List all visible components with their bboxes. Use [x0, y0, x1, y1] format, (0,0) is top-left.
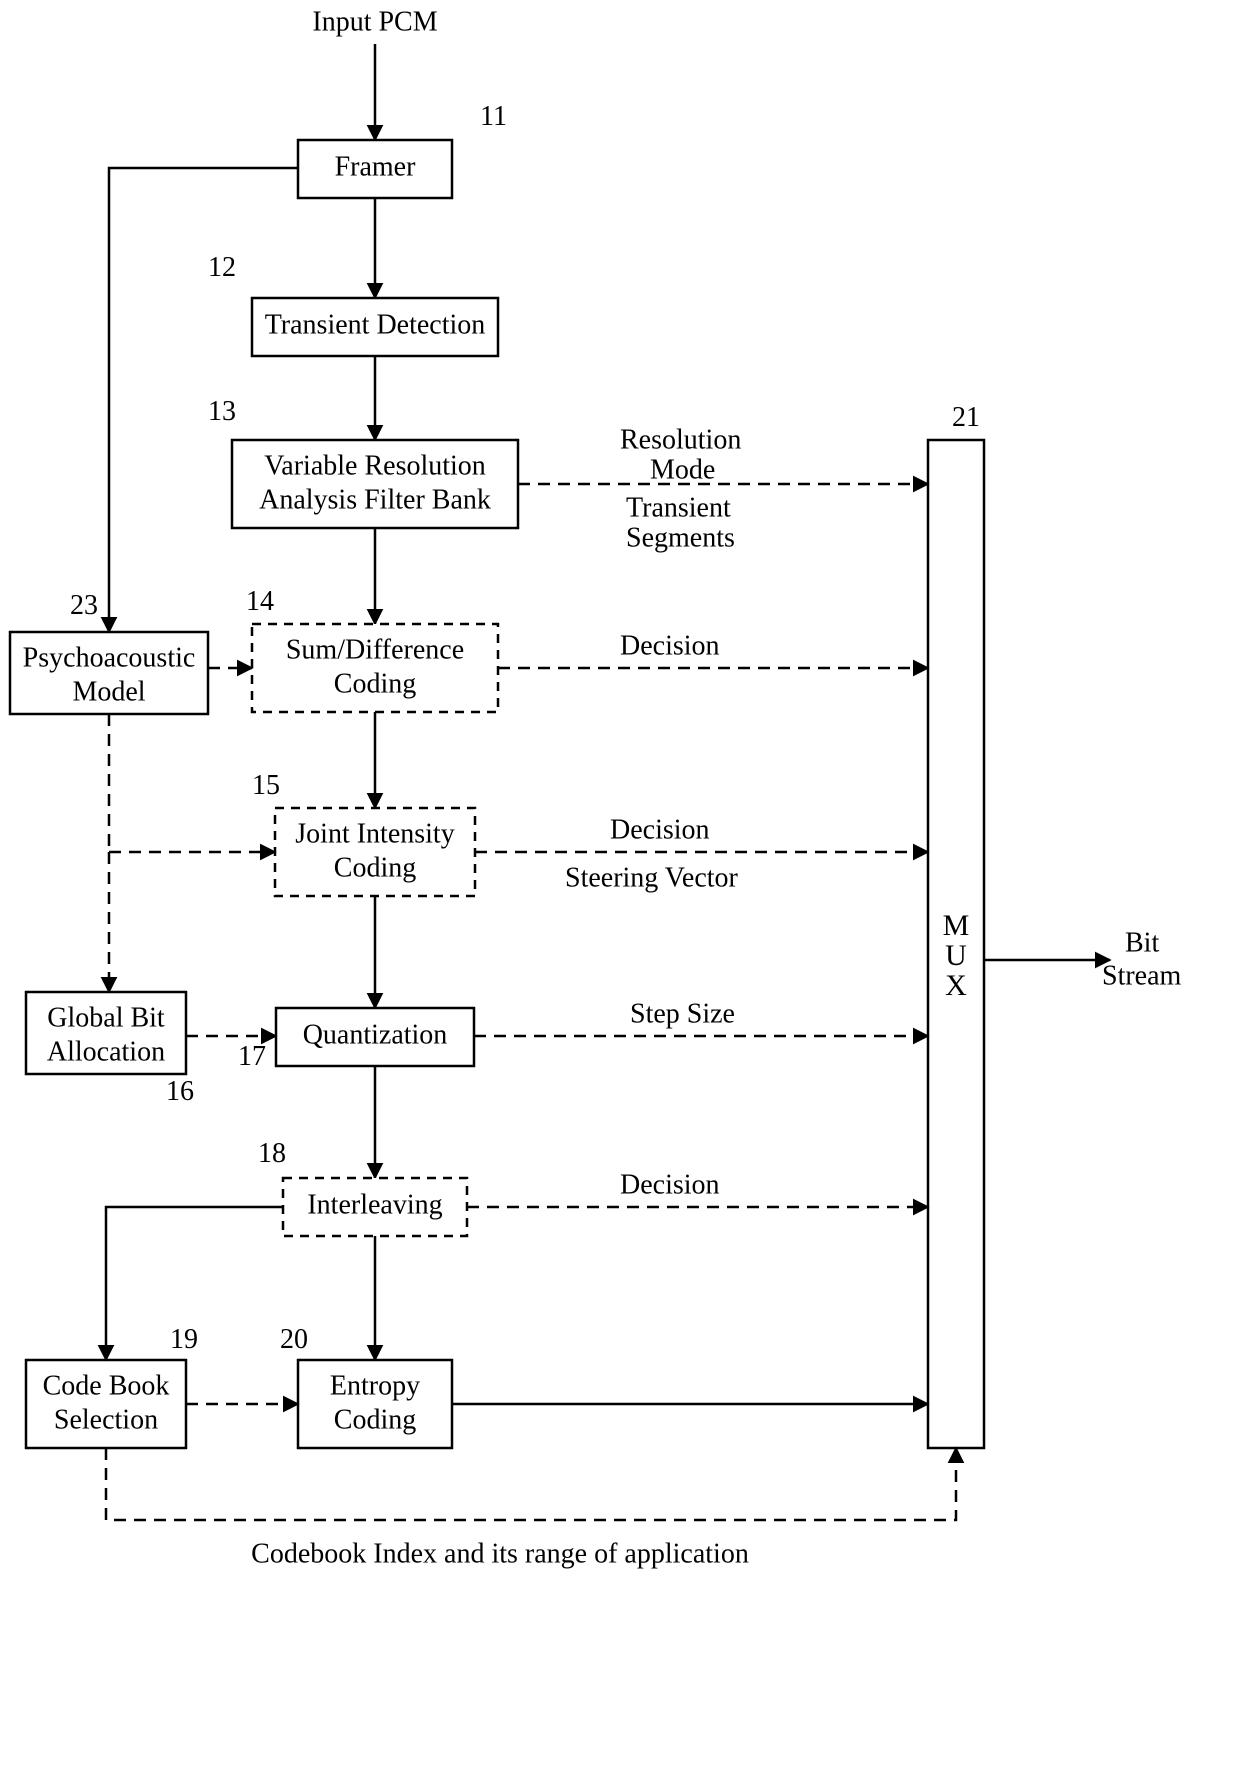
out-l2: Stream [1102, 960, 1182, 991]
interleave-num: 18 [258, 1138, 286, 1169]
mux-num: 21 [952, 402, 980, 433]
lbl-decision1: Decision [620, 630, 720, 661]
sumdiff-num: 14 [246, 586, 274, 617]
lbl-step: Step Size [630, 998, 735, 1029]
sumdiff-l2: Coding [334, 668, 416, 699]
lbl-mode2: Mode [650, 454, 715, 485]
lbl-decision3: Decision [620, 1169, 720, 1200]
input-label: Input PCM [312, 6, 437, 37]
filterbank-l1: Variable Resolution [264, 450, 486, 481]
out-l1: Bit [1125, 927, 1159, 958]
global-l2: Allocation [47, 1036, 165, 1067]
psycho-num: 23 [70, 590, 98, 621]
arrow-codebook-mux [106, 1448, 956, 1520]
codebook-num: 19 [170, 1324, 198, 1355]
lbl-seg2: Segments [626, 522, 735, 553]
mux-label3: X [945, 969, 967, 1002]
filterbank-num: 13 [208, 396, 236, 427]
codebook-l1: Code Book [43, 1370, 170, 1401]
mux-label2: U [945, 939, 967, 972]
entropy-num: 20 [280, 1324, 308, 1355]
interleave-label: Interleaving [307, 1189, 442, 1220]
psycho-l1: Psychoacoustic [23, 642, 196, 673]
global-l1: Global Bit [47, 1002, 165, 1033]
joint-l1: Joint Intensity [295, 818, 454, 849]
framer-num: 11 [480, 101, 507, 132]
mux-label: M [943, 909, 970, 942]
lbl-resmode: Resolution [620, 424, 741, 455]
arrow-framer-psycho [109, 168, 298, 632]
filterbank-l2: Analysis Filter Bank [259, 484, 491, 515]
diagram-canvas: Input PCM Framer 11 Transient Detection … [0, 0, 1240, 1767]
joint-num: 15 [252, 770, 280, 801]
codebook-l2: Selection [54, 1404, 158, 1435]
lbl-steering: Steering Vector [565, 862, 739, 893]
sumdiff-l1: Sum/Difference [286, 634, 464, 665]
psycho-l2: Model [72, 676, 145, 707]
framer-label: Framer [335, 151, 417, 182]
entropy-l2: Coding [334, 1404, 416, 1435]
transient-num: 12 [208, 252, 236, 283]
lbl-decision2: Decision [610, 814, 710, 845]
lbl-transeg: Transient [626, 492, 731, 523]
entropy-l1: Entropy [330, 1370, 420, 1401]
joint-l2: Coding [334, 852, 416, 883]
transient-label: Transient Detection [265, 309, 486, 340]
quant-num: 17 [238, 1041, 266, 1072]
global-num: 16 [166, 1076, 194, 1107]
quant-label: Quantization [303, 1019, 448, 1050]
lbl-codebook-caption: Codebook Index and its range of applicat… [251, 1538, 749, 1569]
